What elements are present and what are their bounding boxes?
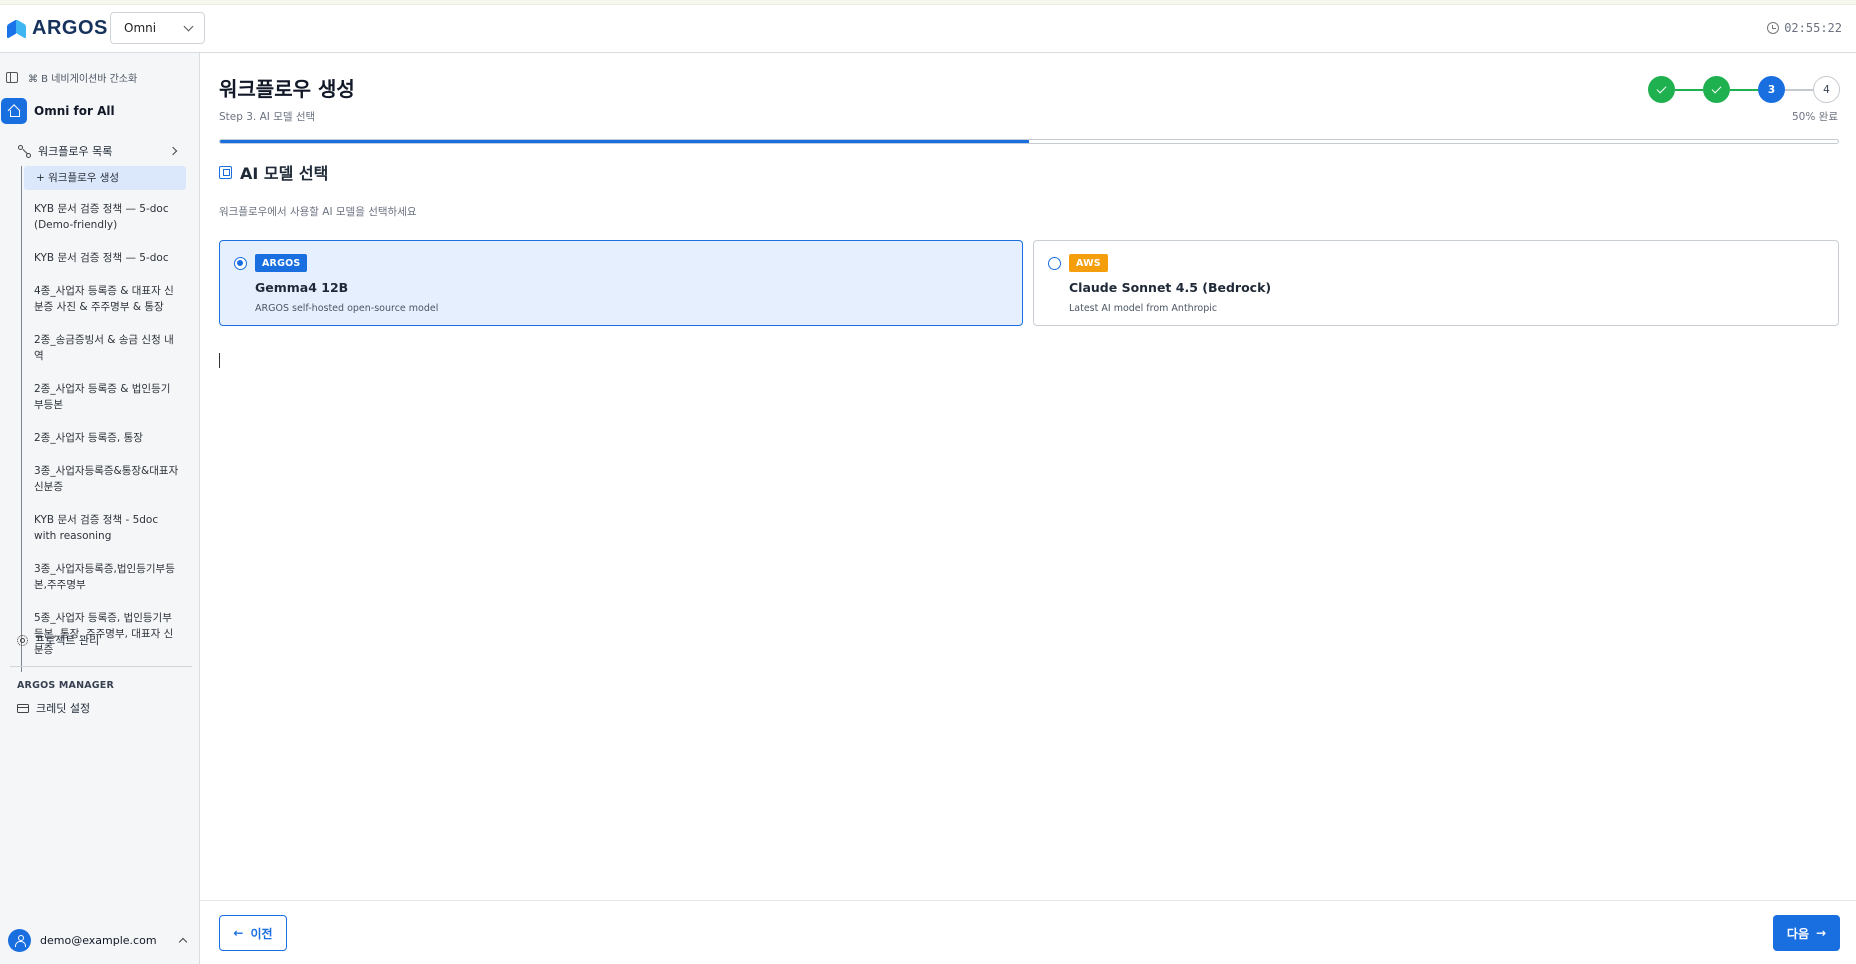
workflow-list-item[interactable]: 3종_사업자등록증,법인등기부등본,주주명부 xyxy=(22,558,186,596)
progress-bar xyxy=(219,139,1839,144)
page-title: 워크플로우 생성 xyxy=(219,77,355,101)
sidebar-toggle-label: ⌘ B 네비게이션바 간소화 xyxy=(28,74,138,85)
section-description: 워크플로우에서 사용할 AI 모델을 선택하세요 xyxy=(219,206,417,218)
workflow-icon xyxy=(18,144,31,158)
workflow-list-item[interactable]: KYB 문서 검증 정책 — 5-doc (Demo-friendly) xyxy=(22,198,186,236)
clock-icon xyxy=(1767,22,1780,34)
provider-badge: AWS xyxy=(1069,254,1108,272)
workflow-list-item[interactable]: 2종_송금증빙서 & 송금 신청 내역 xyxy=(22,329,186,367)
workflow-list-item[interactable]: 3종_사업자등록증&통장&대표자신분증 xyxy=(22,460,186,498)
workspace-value: Omni xyxy=(124,21,157,35)
project-home[interactable]: Omni for All xyxy=(1,98,115,124)
sidebar-item-credit-settings[interactable]: 크레딧 설정 xyxy=(17,700,90,716)
step-connector xyxy=(1675,88,1703,91)
section-title: AI 모델 선택 xyxy=(219,160,328,184)
workflow-list-item[interactable]: KYB 문서 검증 정책 — 5-doc xyxy=(22,247,186,269)
chevron-up-icon xyxy=(178,937,188,947)
model-name: Claude Sonnet 4.5 (Bedrock) xyxy=(1069,280,1272,295)
step-2-done xyxy=(1703,76,1730,103)
credit-settings-label: 크레딧 설정 xyxy=(36,702,91,715)
model-radio[interactable] xyxy=(1048,257,1061,270)
progress-fill xyxy=(220,140,1029,143)
step-4-pending: 4 xyxy=(1813,76,1840,103)
model-option-gemma[interactable]: ARGOS Gemma4 12B ARGOS self-hosted open-… xyxy=(219,240,1023,326)
credit-card-icon xyxy=(17,703,29,713)
check-icon xyxy=(1656,83,1667,94)
home-icon xyxy=(8,105,20,117)
avatar xyxy=(8,929,31,952)
next-button[interactable]: 다음 → xyxy=(1773,915,1840,951)
app-header: ARGOS Omni 02:55:22 xyxy=(0,5,1856,53)
workflow-list-item[interactable]: 4종_사업자 등록증 & 대표자 신분증 사진 & 주주명부 & 통장 xyxy=(22,280,186,318)
manager-section-title: ARGOS MANAGER xyxy=(17,680,115,691)
model-description: Latest AI model from Anthropic xyxy=(1069,303,1218,314)
step-connector xyxy=(1785,88,1813,91)
step-connector xyxy=(1730,88,1758,91)
workflow-list-item[interactable]: 2종_사업자 등록증, 통장 xyxy=(22,427,186,449)
argos-logo[interactable]: ARGOS xyxy=(7,17,108,40)
argos-logo-icon xyxy=(7,18,27,39)
main-content: 워크플로우 생성 Step 3. AI 모델 선택 3 4 50% 완료 AI … xyxy=(200,53,1856,964)
clock-time: 02:55:22 xyxy=(1784,21,1842,35)
arrow-right-icon: → xyxy=(1816,926,1827,940)
previous-button[interactable]: ← 이전 xyxy=(219,915,287,951)
step-1-done xyxy=(1648,76,1675,103)
step-label: Step 3. AI 모델 선택 xyxy=(219,111,316,123)
create-workflow-item[interactable]: + 워크플로우 생성 xyxy=(24,166,186,190)
session-clock: 02:55:22 xyxy=(1767,21,1842,35)
project-name: Omni for All xyxy=(34,104,115,118)
user-menu[interactable]: demo@example.com xyxy=(8,929,188,952)
section-title-text: AI 모델 선택 xyxy=(240,164,329,183)
sidebar-panel-icon xyxy=(6,72,18,83)
user-icon xyxy=(15,935,26,947)
sidebar-item-project-management[interactable]: 프로젝트 관리 xyxy=(17,632,99,648)
workflow-list-item[interactable]: 2종_사업자 등록증 & 법인등기부등본 xyxy=(22,378,186,416)
model-description: ARGOS self-hosted open-source model xyxy=(255,303,439,314)
user-email: demo@example.com xyxy=(40,934,157,947)
chevron-right-icon xyxy=(168,146,178,156)
arrow-left-icon: ← xyxy=(233,926,244,940)
progress-text: 50% 완료 xyxy=(1792,111,1838,123)
model-radio-selected[interactable] xyxy=(234,257,247,270)
workspace-select[interactable]: Omni xyxy=(110,12,205,44)
model-option-claude[interactable]: AWS Claude Sonnet 4.5 (Bedrock) Latest A… xyxy=(1033,240,1839,326)
stepper: 3 4 xyxy=(1648,76,1840,103)
step-3-current: 3 xyxy=(1758,76,1785,103)
project-management-label: 프로젝트 관리 xyxy=(35,634,100,647)
wizard-footer: ← 이전 다음 → xyxy=(200,900,1856,964)
text-cursor xyxy=(219,353,220,368)
provider-badge: ARGOS xyxy=(255,254,308,272)
previous-label: 이전 xyxy=(250,926,273,941)
model-name: Gemma4 12B xyxy=(255,280,349,295)
workflow-list-item[interactable]: KYB 문서 검증 정책 - 5doc with reasoning xyxy=(22,509,186,547)
brand-name: ARGOS xyxy=(32,17,108,39)
sidebar-item-workflow-list[interactable]: 워크플로우 목록 xyxy=(18,143,178,159)
cpu-chip-icon xyxy=(219,165,232,179)
sidebar: ⌘ B 네비게이션바 간소화 Omni for All 워크플로우 목록 + 워… xyxy=(0,53,200,964)
home-icon-box xyxy=(1,98,27,124)
gear-icon xyxy=(17,634,28,646)
next-label: 다음 xyxy=(1786,926,1810,941)
sidebar-divider xyxy=(10,666,192,667)
workflow-list-label: 워크플로우 목록 xyxy=(38,145,113,158)
sidebar-collapse-toggle[interactable]: ⌘ B 네비게이션바 간소화 xyxy=(6,70,137,85)
chevron-down-icon xyxy=(183,21,194,31)
workflow-list: + 워크플로우 생성 KYB 문서 검증 정책 — 5-doc (Demo-fr… xyxy=(21,166,186,672)
check-icon xyxy=(1711,83,1722,94)
